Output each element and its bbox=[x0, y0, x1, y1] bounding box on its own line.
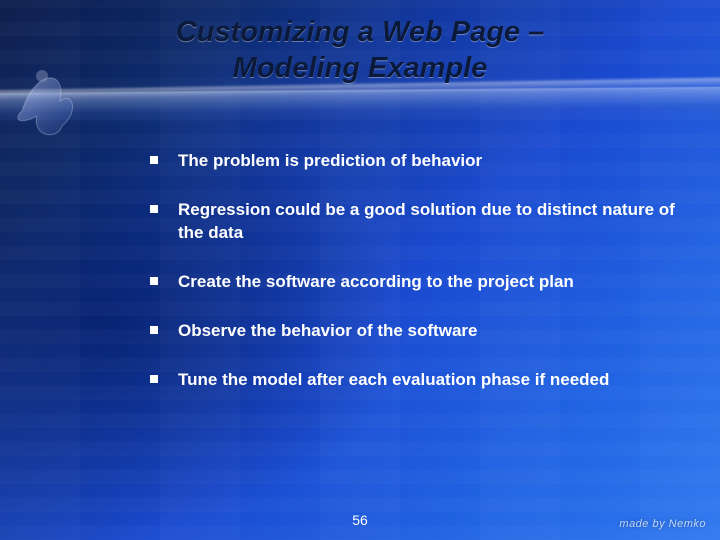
bullet-list: The problem is prediction of behavior Re… bbox=[150, 150, 680, 418]
brand-label: made by Nemko bbox=[619, 518, 706, 530]
title-swoosh bbox=[0, 87, 720, 127]
bullet-text: The problem is prediction of behavior bbox=[178, 151, 482, 170]
list-item: The problem is prediction of behavior bbox=[150, 150, 680, 173]
slide: Customizing a Web Page – Modeling Exampl… bbox=[0, 0, 720, 540]
list-item: Observe the behavior of the software bbox=[150, 320, 680, 343]
bullet-square-icon bbox=[150, 156, 158, 164]
title-line-2: Modeling Example bbox=[233, 52, 488, 84]
slide-title: Customizing a Web Page – Modeling Exampl… bbox=[0, 14, 720, 87]
page-number: 56 bbox=[0, 512, 720, 528]
bullet-square-icon bbox=[150, 205, 158, 213]
bullet-square-icon bbox=[150, 277, 158, 285]
list-item: Create the software according to the pro… bbox=[150, 271, 680, 294]
bullet-square-icon bbox=[150, 326, 158, 334]
bullet-text: Regression could be a good solution due … bbox=[178, 200, 675, 242]
bullet-text: Tune the model after each evaluation pha… bbox=[178, 370, 609, 389]
title-line-1: Customizing a Web Page – bbox=[176, 16, 544, 48]
bullet-text: Create the software according to the pro… bbox=[178, 272, 574, 291]
bullet-text: Observe the behavior of the software bbox=[178, 321, 477, 340]
list-item: Regression could be a good solution due … bbox=[150, 199, 680, 245]
list-item: Tune the model after each evaluation pha… bbox=[150, 369, 680, 392]
bullet-square-icon bbox=[150, 375, 158, 383]
